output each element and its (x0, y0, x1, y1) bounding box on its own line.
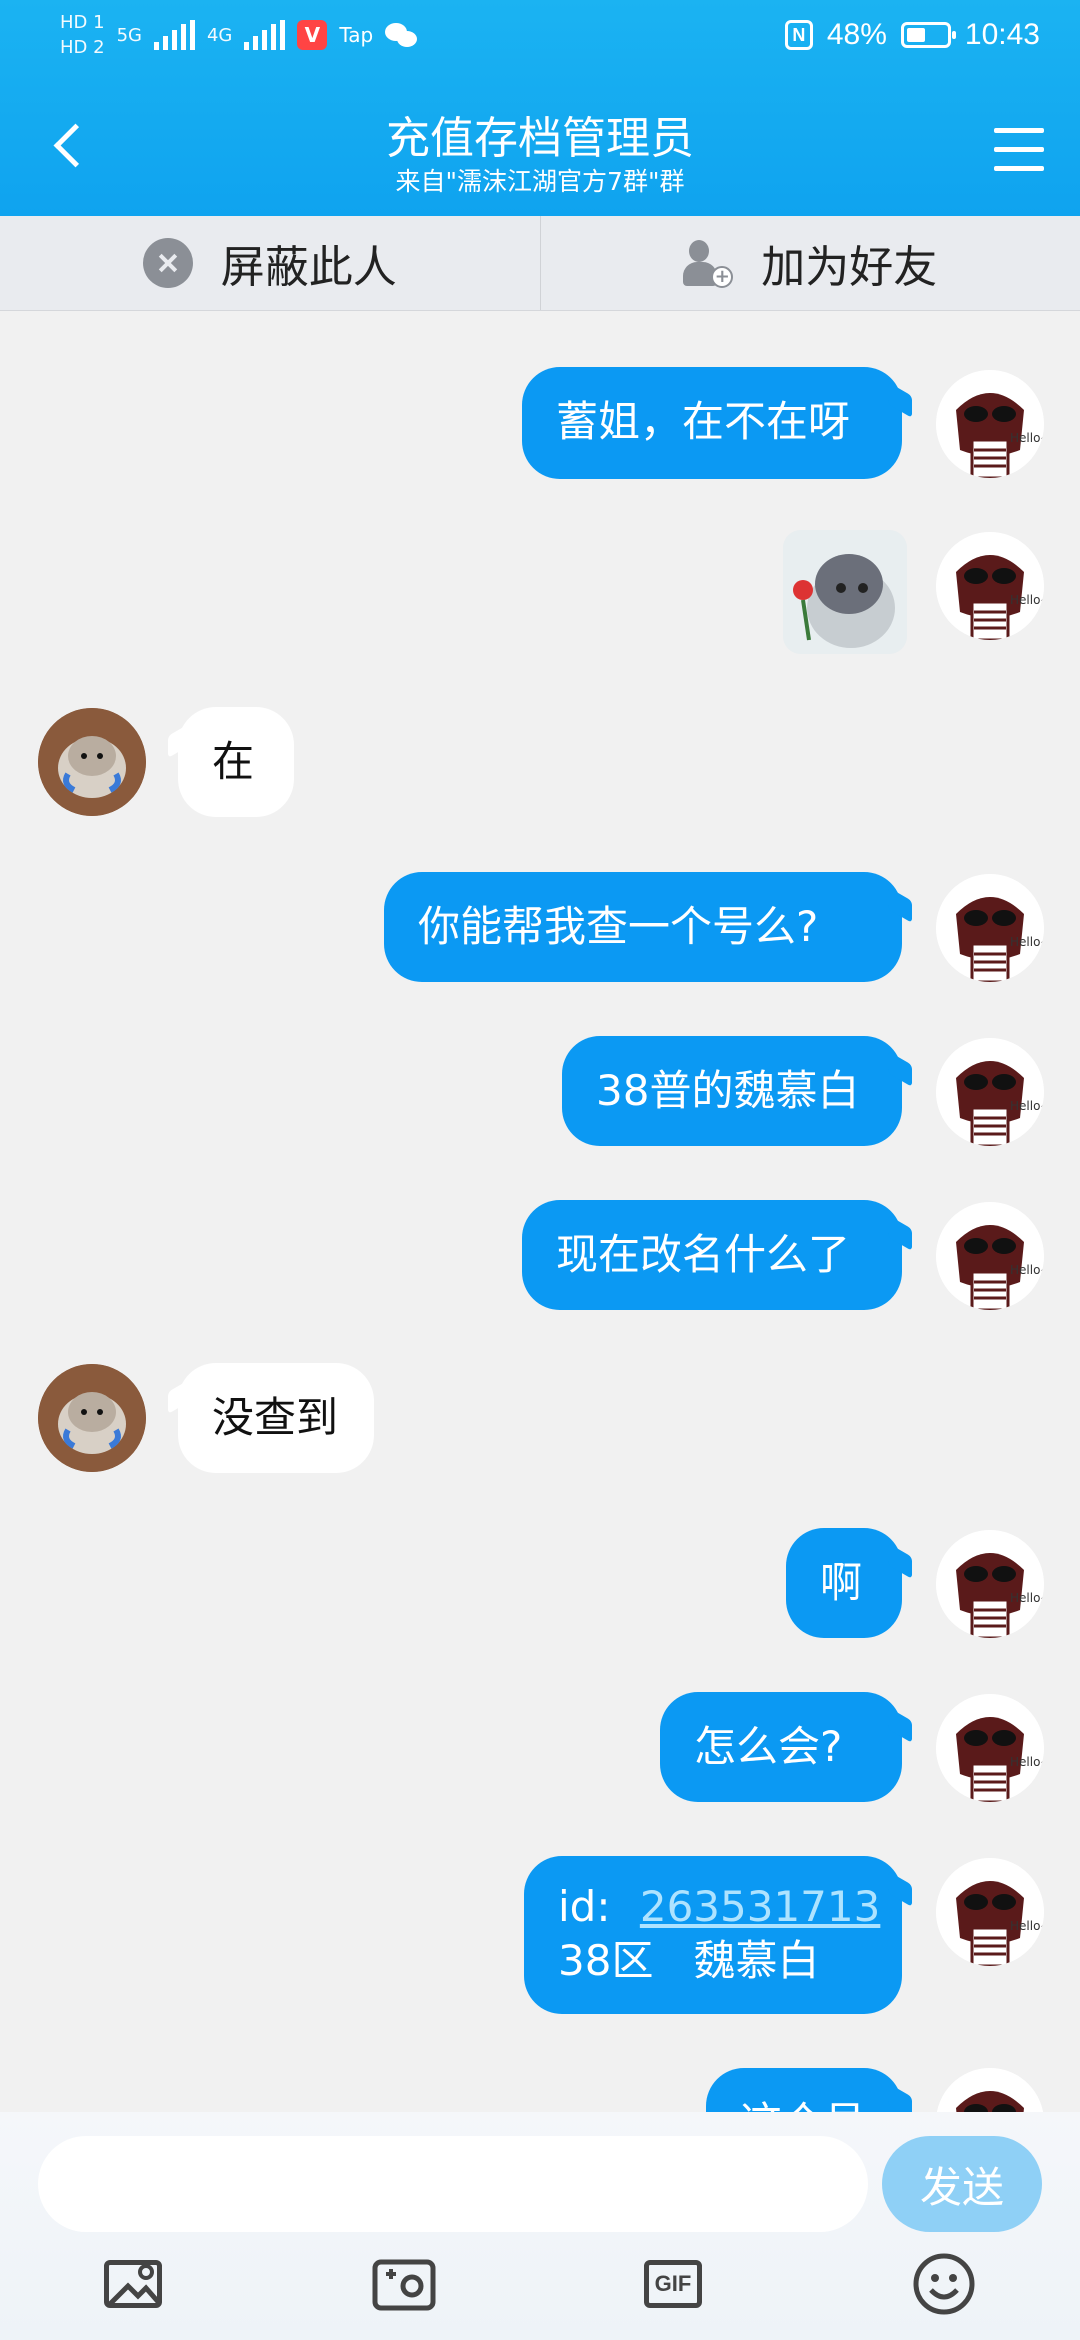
message-line-2: 38区 魏慕白 (558, 1936, 820, 1985)
message-text: 在 (212, 737, 255, 786)
status-bar: HD 1 HD 2 5G 4G V Tap N 48% 10:43 (0, 0, 1080, 80)
id-prefix: id: (558, 1882, 611, 1931)
camera-icon (372, 2259, 436, 2311)
svg-text:Hello~: Hello~ (1010, 1263, 1044, 1277)
message-text: 蓄姐，在不在呀 (556, 397, 851, 446)
my-avatar[interactable]: Hello~ (936, 1530, 1044, 1638)
battery-level (906, 28, 926, 42)
svg-text:Hello~: Hello~ (1010, 1591, 1044, 1605)
message-bubble[interactable]: 蓄姐，在不在呀 (522, 367, 902, 479)
my-avatar[interactable]: Hello~ (936, 532, 1044, 640)
message-bubble[interactable]: 啊 (786, 1528, 902, 1638)
my-avatar[interactable]: Hello~ (936, 370, 1044, 478)
message-bubble[interactable]: id: 263531713 38区 魏慕白 (524, 1856, 902, 2014)
status-right: N 48% 10:43 (784, 18, 1040, 52)
message-text: 啊 (820, 1558, 863, 1607)
message-text: 你能帮我查一个号么? (418, 902, 819, 951)
sim-indicators: HD 1 HD 2 (60, 12, 105, 58)
my-avatar[interactable]: Hello~ (936, 1694, 1044, 1802)
camera-button[interactable] (372, 2252, 436, 2316)
message-bubble[interactable]: 38普的魏慕白 (562, 1036, 902, 1146)
chat-header: HD 1 HD 2 5G 4G V Tap N 48% 10:43 充值存档管理… (0, 0, 1080, 216)
clock: 10:43 (964, 18, 1040, 51)
message-text: 现在改名什么了 (556, 1230, 851, 1279)
add-friend-button[interactable]: + 加为好友 (539, 216, 1080, 310)
photo-button[interactable] (102, 2252, 166, 2316)
sticker-image[interactable] (783, 530, 907, 654)
block-user-button[interactable]: 屏蔽此人 (0, 216, 540, 310)
chat-title: 充值存档管理员 (386, 113, 694, 164)
nfc-icon: N (784, 20, 813, 50)
emoji-button[interactable] (912, 2252, 976, 2316)
chat-subtitle: 来自"濡沫江湖官方7群"群 (395, 167, 685, 196)
my-avatar[interactable]: Hello~ (936, 1858, 1044, 1966)
network-5g-label: 5G (116, 24, 142, 46)
svg-text:Hello~: Hello~ (1010, 1919, 1044, 1933)
message-bubble[interactable]: 现在改名什么了 (522, 1200, 902, 1310)
battery-percent: 48% (826, 18, 887, 51)
wechat-icon (385, 21, 419, 49)
message-bubble[interactable]: 你能帮我查一个号么? (384, 872, 902, 982)
svg-text:Hello~: Hello~ (1010, 1099, 1044, 1113)
message-text: 没查到 (212, 1393, 339, 1442)
network-4g-label: 4G (206, 24, 233, 46)
my-avatar[interactable]: Hello~ (936, 1038, 1044, 1146)
signal-bars-2-icon (244, 20, 286, 50)
svg-text:Hello~: Hello~ (1010, 935, 1044, 949)
signal-bars-icon (153, 20, 195, 50)
gif-label: GIF (654, 2271, 692, 2296)
send-button[interactable]: 发送 (882, 2136, 1042, 2232)
add-friend-icon: + (683, 238, 734, 288)
status-left: HD 1 HD 2 5G 4G V Tap (60, 12, 419, 58)
stranger-action-bar: 屏蔽此人 + 加为好友 (0, 216, 1080, 311)
emoji-icon (913, 2253, 975, 2315)
message-input[interactable] (38, 2136, 868, 2232)
sim1-label: HD 1 (60, 12, 105, 33)
message-text: 怎么会? (694, 1722, 843, 1771)
app-v-icon: V (297, 20, 328, 50)
contact-avatar[interactable] (38, 1364, 146, 1472)
message-bubble[interactable]: 没查到 (178, 1363, 374, 1473)
svg-text:Hello~: Hello~ (1010, 1755, 1044, 1769)
gif-icon: GIF (644, 2260, 702, 2308)
tap-app-label: Tap (339, 23, 374, 47)
input-panel: 发送 GIF (0, 2112, 1080, 2340)
sim2-label: HD 2 (60, 37, 105, 58)
my-avatar[interactable]: Hello~ (936, 874, 1044, 982)
menu-button[interactable] (994, 128, 1046, 172)
battery-icon (900, 22, 956, 48)
block-user-label: 屏蔽此人 (220, 242, 397, 293)
id-link[interactable]: 263531713 (640, 1882, 881, 1931)
gif-button[interactable]: GIF (642, 2252, 706, 2316)
message-text: 38普的魏慕白 (596, 1066, 860, 1115)
add-friend-label: 加为好友 (761, 242, 938, 293)
message-line-1: id: 263531713 (558, 1880, 880, 1934)
my-avatar[interactable]: Hello~ (936, 1202, 1044, 1310)
message-bubble[interactable]: 怎么会? (660, 1692, 902, 1802)
svg-text:Hello~: Hello~ (1010, 593, 1044, 607)
svg-text:Hello~: Hello~ (1010, 431, 1044, 445)
message-bubble[interactable]: 在 (178, 707, 294, 817)
contact-avatar[interactable] (38, 708, 146, 816)
block-icon (142, 238, 193, 288)
